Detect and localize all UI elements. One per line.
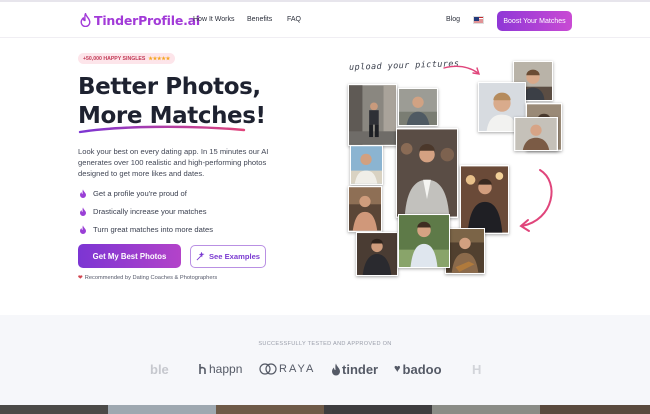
- happn-mark-icon: [199, 364, 206, 374]
- arrow-right-icon: [443, 65, 481, 75]
- bumble-logo: ble: [150, 360, 169, 378]
- hero-description-line1: Look your best on every dating app. In 1…: [78, 147, 269, 156]
- nav-benefits[interactable]: Benefits: [247, 16, 272, 23]
- generated-photo: [398, 214, 450, 268]
- generated-photo: [350, 145, 383, 185]
- recommended-note: ❤ Recommended by Dating Coaches & Photogr…: [78, 275, 217, 281]
- tinder-logo: tinder: [331, 360, 378, 378]
- see-examples-label: See Examples: [208, 252, 261, 261]
- flame-icon: [80, 13, 91, 27]
- example-photo-strip: [0, 405, 108, 414]
- tested-label: SUCCESSFULLY TESTED AND APPROVED ON: [258, 341, 392, 347]
- generated-photo: [356, 232, 398, 276]
- approved-apps-section: [0, 315, 650, 406]
- logo-link[interactable]: TinderProfile.ai: [80, 10, 200, 30]
- nav-how-it-works[interactable]: How It Works: [193, 16, 235, 23]
- happn-logo-text: happn: [209, 362, 243, 376]
- example-photo-strip: [216, 405, 324, 414]
- generated-photo: [445, 228, 485, 274]
- bumble-logo-text: ble: [150, 361, 169, 377]
- recommended-text: Recommended by Dating Coaches & Photogra…: [84, 275, 218, 281]
- arrow-curve-icon: [519, 169, 553, 232]
- benefit-item: Turn great matches into more dates: [93, 225, 214, 234]
- raya-rings-icon: [259, 363, 277, 375]
- benefit-item: Get a profile you're proud of: [93, 189, 187, 198]
- happn-logo: happn: [198, 360, 242, 378]
- magic-wand-icon: [196, 252, 205, 261]
- badoo-heart-icon: ♥: [394, 363, 401, 375]
- tinder-logo-text: tinder: [342, 361, 379, 377]
- nav-faq[interactable]: FAQ: [287, 16, 301, 23]
- nav-blog[interactable]: Blog: [446, 16, 460, 23]
- example-photo-strip: [540, 405, 650, 414]
- example-photo-strip: [108, 405, 216, 414]
- uploaded-photo: [514, 117, 558, 151]
- title-underline-swoosh: [78, 125, 246, 134]
- hero-title-line1: Better Photos,: [78, 74, 261, 100]
- happy-singles-badge: +50,000 HAPPY SINGLES ★★★★★: [78, 53, 176, 64]
- benefit-item: Drastically increase your matches: [93, 207, 207, 216]
- hinge-logo-text: H: [472, 361, 482, 377]
- logo-text: TinderProfile.ai: [94, 12, 200, 28]
- hero-description-line2: generates over 100 realistic and high-pe…: [78, 158, 267, 167]
- flame-bullet-icon: [80, 189, 86, 198]
- generated-photo-featured: [396, 128, 458, 218]
- badge-text: +50,000 HAPPY SINGLES: [83, 55, 146, 62]
- generated-photo: [348, 84, 397, 146]
- example-photo-strip: [432, 405, 540, 414]
- example-photo-strip: [324, 405, 432, 414]
- hinge-logo: H: [472, 360, 481, 378]
- landing-page: TinderProfile.ai How It Works Benefits F…: [0, 0, 650, 414]
- generated-photo: [398, 88, 438, 126]
- us-flag-icon[interactable]: [473, 16, 484, 24]
- raya-logo: RAYA: [259, 360, 315, 378]
- raya-logo-text: RAYA: [279, 363, 316, 375]
- tinder-flame-icon: [332, 363, 340, 375]
- generated-photo: [348, 186, 382, 232]
- generated-photo: [460, 165, 509, 234]
- boost-matches-button[interactable]: Boost Your Matches: [497, 11, 572, 31]
- heart-icon: ❤: [78, 275, 83, 281]
- see-examples-button[interactable]: See Examples: [190, 245, 266, 268]
- flame-bullet-icon: [80, 207, 86, 216]
- site-header: TinderProfile.ai How It Works Benefits F…: [0, 2, 650, 38]
- star-rating-icon: ★★★★★: [148, 55, 171, 62]
- hero-description-line3: designed to get more likes and dates.: [78, 169, 205, 178]
- flame-bullet-icon: [80, 225, 86, 234]
- get-best-photos-button[interactable]: Get My Best Photos: [78, 244, 181, 268]
- badoo-logo: ♥ badoo: [394, 360, 442, 378]
- badoo-logo-text: badoo: [402, 361, 442, 377]
